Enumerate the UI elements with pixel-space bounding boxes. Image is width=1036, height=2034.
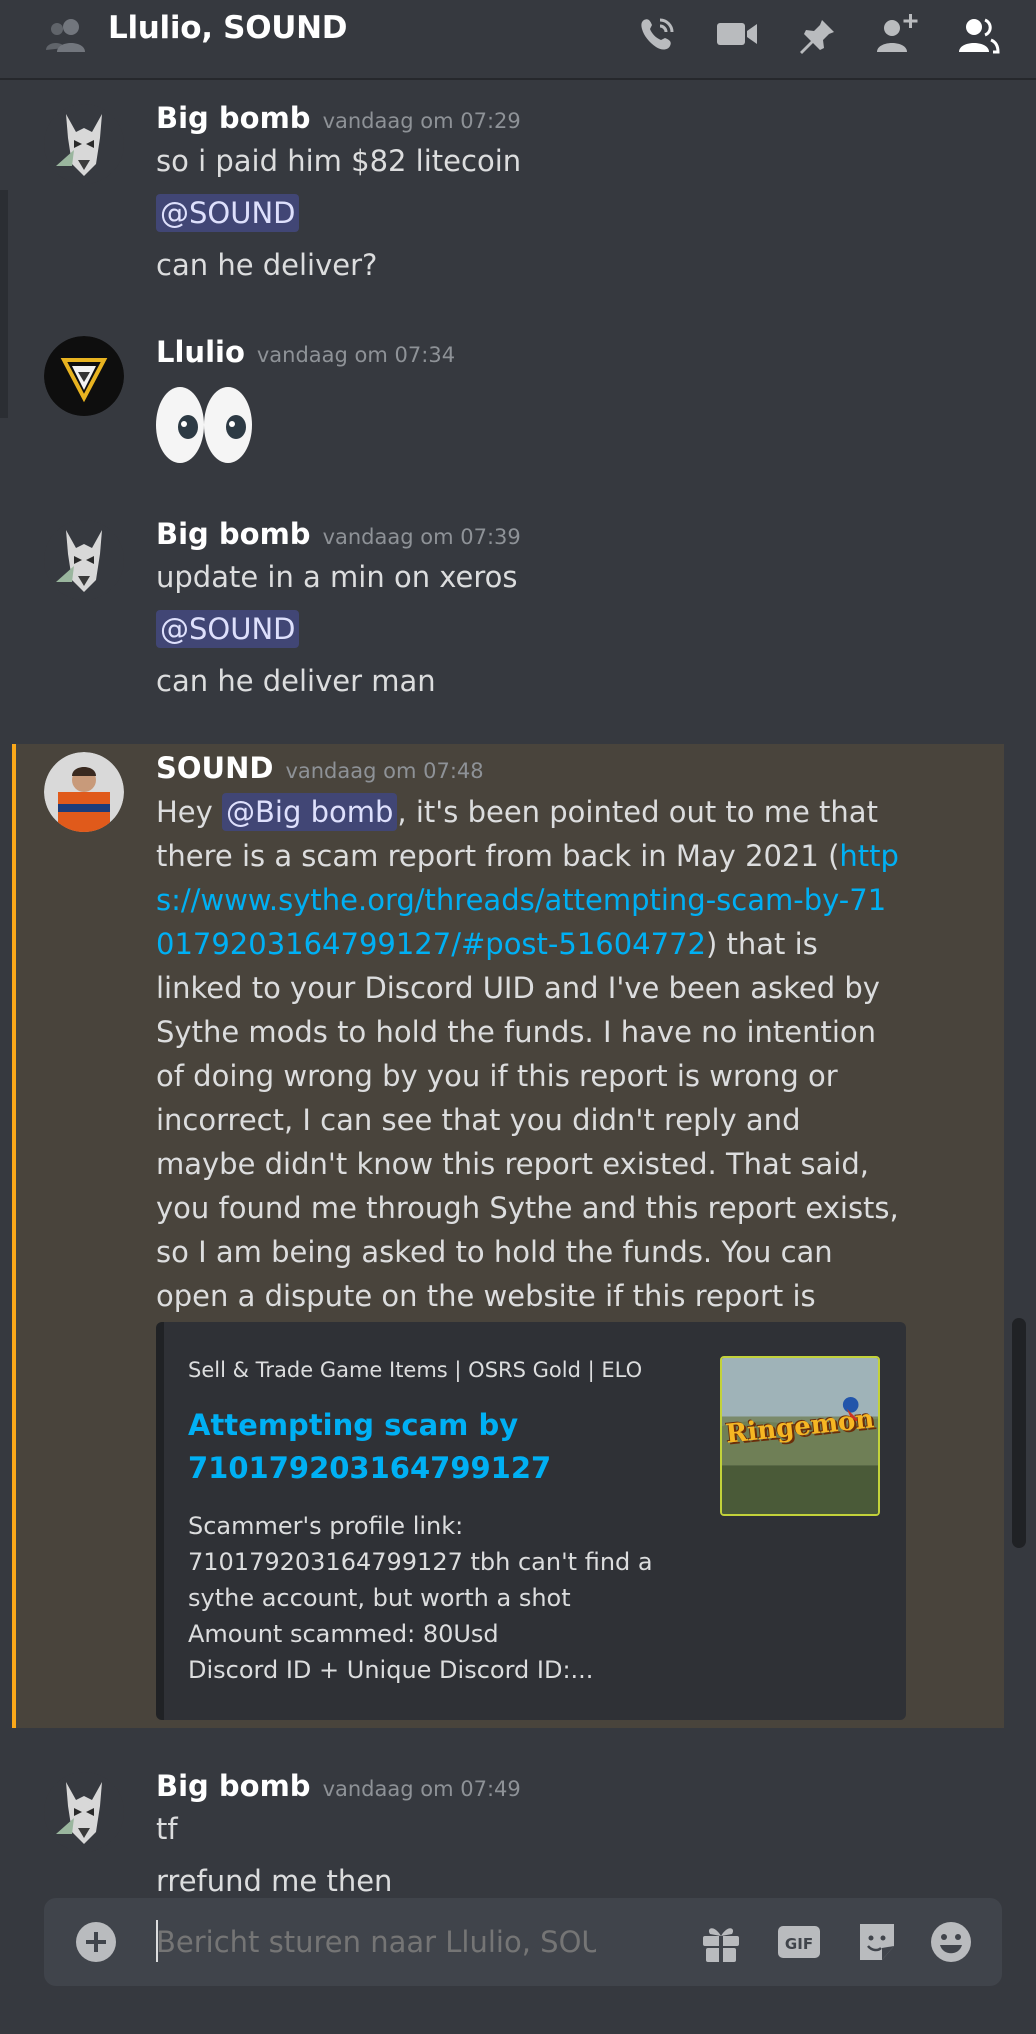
- user-mention[interactable]: @SOUND: [156, 610, 300, 648]
- message-author[interactable]: Big bomb vandaag om 07:39: [156, 517, 521, 551]
- message-author[interactable]: SOUND vandaag om 07:48: [156, 751, 484, 785]
- message-timestamp: vandaag om 07:49: [322, 1777, 521, 1801]
- message-timestamp: vandaag om 07:29: [322, 109, 521, 133]
- gift-icon[interactable]: [698, 1918, 744, 1966]
- sticker-icon[interactable]: [854, 1918, 900, 1966]
- member-list-icon[interactable]: [954, 12, 1000, 56]
- message-input[interactable]: [156, 1918, 596, 1966]
- video-icon[interactable]: [714, 12, 760, 56]
- svg-text:GIF: GIF: [785, 1935, 813, 1953]
- upload-plus-icon[interactable]: [76, 1922, 116, 1962]
- message-timestamp: vandaag om 07:39: [322, 525, 521, 549]
- message-text: tf: [156, 1812, 178, 1846]
- channel-header: Llulio, SOUND: [0, 0, 1036, 80]
- avatar[interactable]: [44, 752, 124, 832]
- embed-provider[interactable]: Sell & Trade Game Items | OSRS Gold | EL…: [188, 1358, 642, 1382]
- avatar[interactable]: [44, 1772, 124, 1852]
- message-timestamp: vandaag om 07:34: [256, 343, 456, 367]
- scrollbar-thumb[interactable]: [1012, 1318, 1026, 1548]
- message-author[interactable]: Big bomb vandaag om 07:29: [156, 101, 521, 135]
- emoji-icon[interactable]: [928, 1918, 974, 1966]
- message-text: can he deliver man: [156, 664, 436, 698]
- left-scroll-track: [0, 190, 8, 418]
- message-text: update in a min on xeros: [156, 560, 518, 594]
- text-caret: [156, 1920, 158, 1962]
- avatar[interactable]: [44, 336, 124, 416]
- user-mention[interactable]: @SOUND: [156, 194, 300, 232]
- pin-icon[interactable]: [794, 12, 840, 56]
- gif-icon[interactable]: GIF: [776, 1918, 822, 1966]
- add-friend-icon[interactable]: [874, 12, 920, 56]
- embed-thumbnail[interactable]: Ringemon: [720, 1356, 880, 1516]
- embed-title[interactable]: Attempting scam by 710179203164799127: [188, 1404, 658, 1490]
- message-author[interactable]: Llulio vandaag om 07:34: [156, 335, 455, 369]
- link-embed: Sell & Trade Game Items | OSRS Gold | EL…: [156, 1322, 906, 1720]
- message-timestamp: vandaag om 07:48: [285, 759, 484, 783]
- message-mention-line: @SOUND: [156, 194, 300, 232]
- avatar[interactable]: [44, 104, 124, 184]
- user-mention[interactable]: @Big bomb: [222, 793, 398, 831]
- message-mention-line: @SOUND: [156, 610, 300, 648]
- message-composer: GIF: [44, 1898, 1002, 1986]
- message-text: Hey @Big bomb, it's been pointed out to …: [156, 793, 899, 1357]
- avatar[interactable]: [44, 520, 124, 600]
- people-icon: [46, 19, 85, 52]
- message-text: so i paid him $82 litecoin: [156, 144, 522, 178]
- message-text: rrefund me then: [156, 1864, 393, 1898]
- message-text: can he deliver?: [156, 248, 378, 282]
- channel-title: Llulio, SOUND: [108, 10, 348, 46]
- embed-description: Scammer's profile link: 7101792031647991…: [188, 1512, 653, 1684]
- message-author[interactable]: Big bomb vandaag om 07:49: [156, 1769, 521, 1803]
- eyes-emoji-icon: [156, 387, 252, 463]
- call-icon[interactable]: [634, 12, 680, 56]
